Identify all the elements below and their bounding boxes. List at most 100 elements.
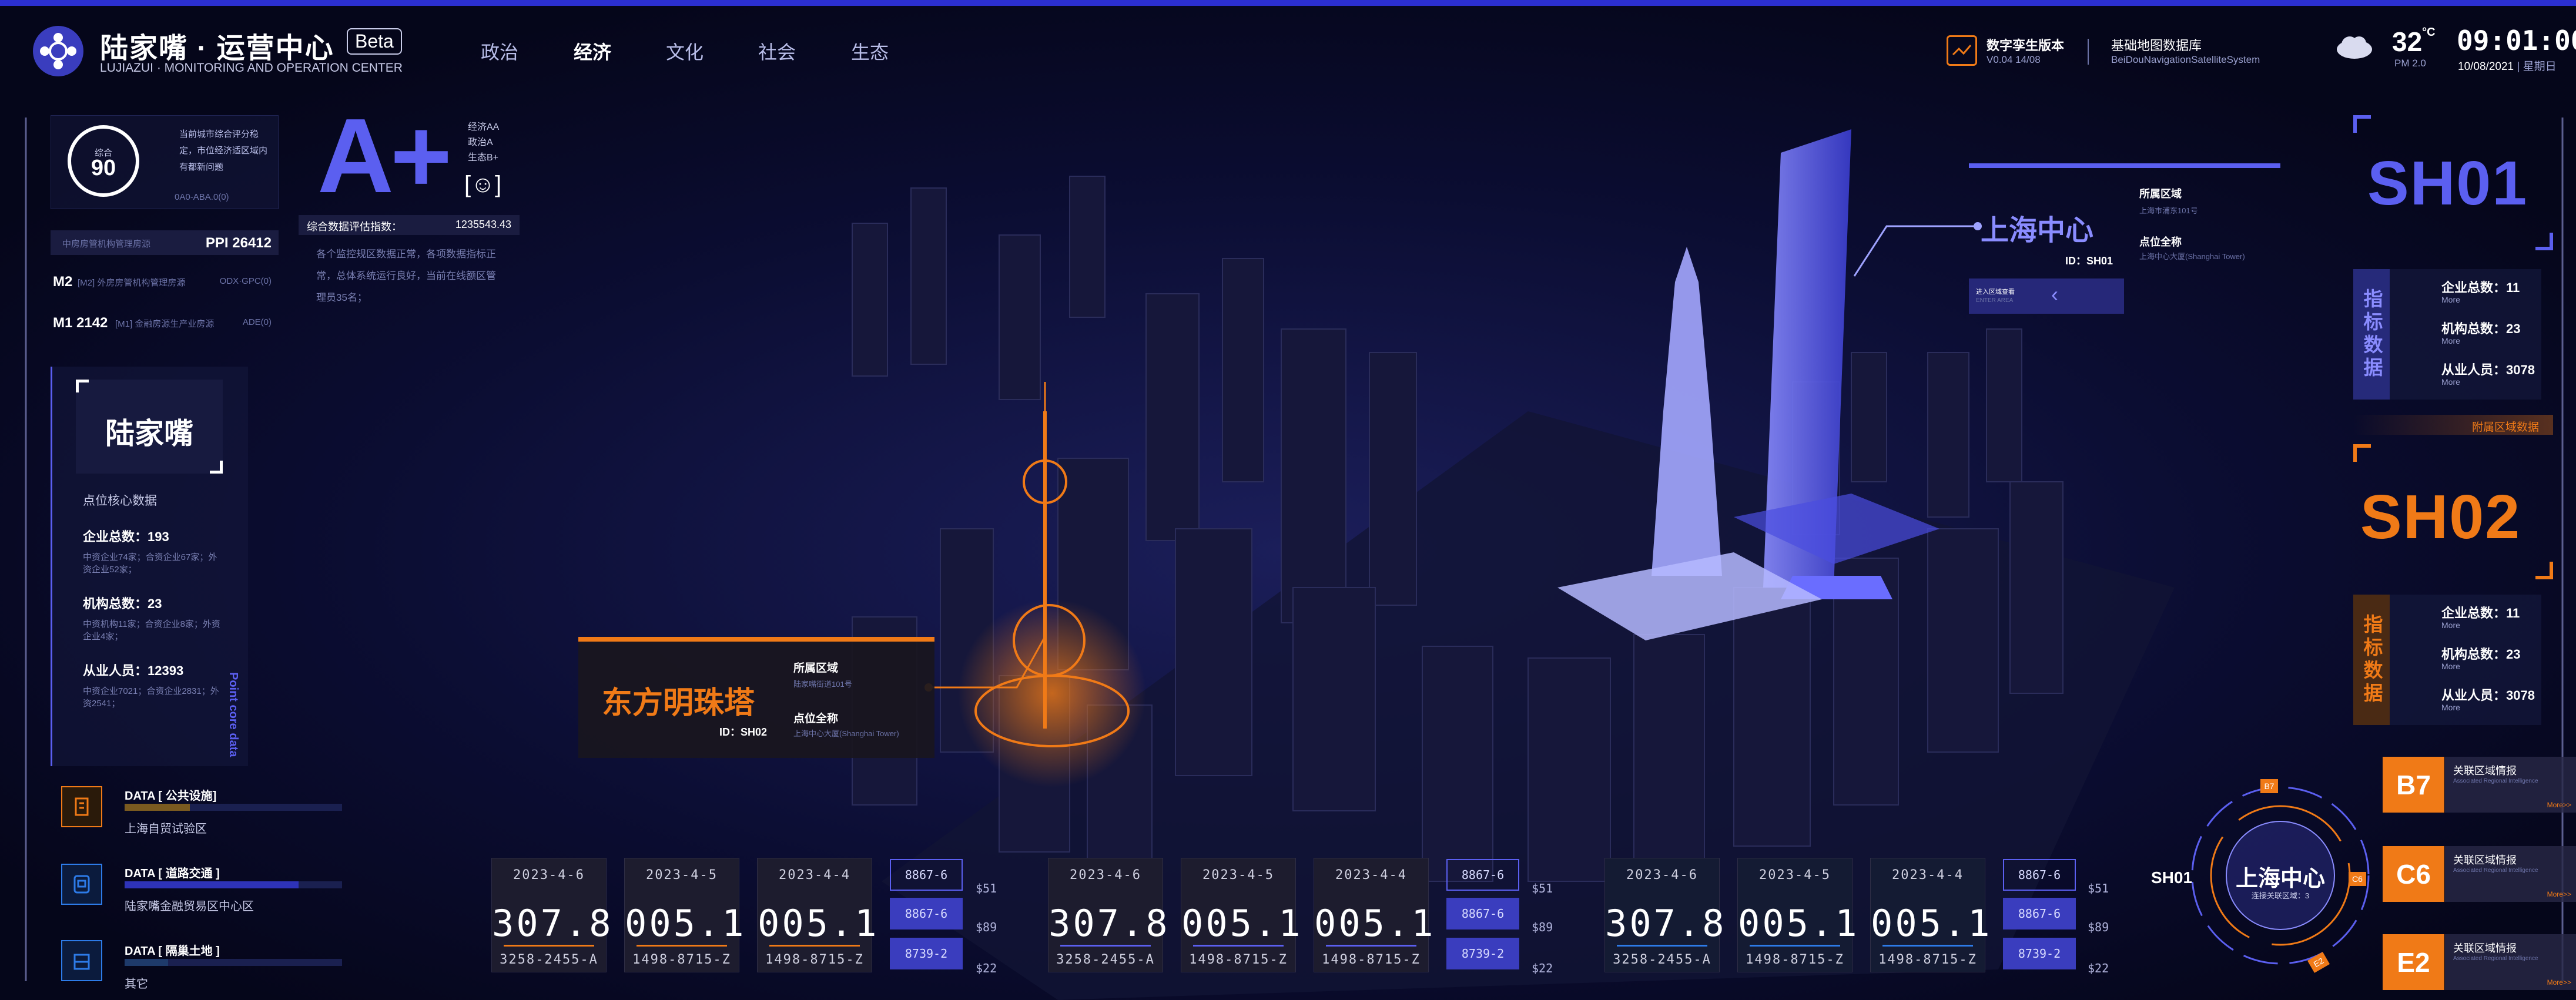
bottom-card[interactable]: 2023-4-6 307.8 3258-2455-A: [1048, 858, 1170, 972]
chip-number: $51: [976, 881, 997, 895]
grade-items: 经济AA 政治A 生态B+: [468, 120, 499, 166]
area-item-employees: 从业人员：12393 中资企业7021；合资企业2831；外资2541；: [83, 660, 224, 710]
bottom-chip[interactable]: 8867-6: [890, 859, 963, 891]
bottom-card[interactable]: 2023-4-5 005.1 1498-8715-Z: [624, 858, 746, 972]
bottom-chip[interactable]: 8867-6: [2003, 898, 2076, 929]
header-divider: [2088, 39, 2089, 65]
bottom-chip[interactable]: 8867-6: [890, 898, 963, 929]
digital-twin-icon[interactable]: [1947, 35, 1977, 66]
bottom-card[interactable]: 2023-4-4 005.1 1498-8715-Z: [1870, 858, 1990, 972]
bottom-chip[interactable]: 8739-2: [1446, 938, 1519, 969]
sh01-footer[interactable]: 附属区域数据: [2353, 415, 2553, 435]
card-underline: [1326, 945, 1416, 947]
sh01-code: SH01: [2367, 149, 2528, 218]
app-subtitle: LUJIAZUI · MONITORING AND OPERATION CENT…: [100, 61, 403, 75]
data-row-1-title: DATA [ 道路交通 ]: [125, 867, 220, 880]
sh02-more-1[interactable]: More: [2441, 662, 2460, 671]
bottom-chip[interactable]: 8867-6: [1446, 859, 1519, 891]
shanghai-center-label[interactable]: 上海中心 ID：SH01 所属区域 上海市浦东101号 点位全称 上海中心大厦(…: [1969, 176, 2280, 270]
data-row-0-icon-box[interactable]: [61, 786, 102, 827]
area-name-box[interactable]: 陆家嘴: [76, 380, 223, 474]
data-row-2-icon-box[interactable]: [61, 940, 102, 981]
sh01-item-2: 从业人员：3078: [2441, 363, 2535, 377]
score-ring: 综合 90: [68, 125, 139, 197]
radar-tag-b7[interactable]: B7: [2260, 779, 2278, 793]
sh02-item-1: 机构总数：23: [2441, 647, 2521, 662]
metric-text: 中房房管机构管理房源: [62, 239, 151, 249]
data-row-1-icon-box[interactable]: [61, 864, 102, 905]
badge-b7[interactable]: B7: [2383, 757, 2444, 813]
badge-more[interactable]: More>>: [2547, 801, 2571, 809]
sh01-header[interactable]: SH01: [2353, 115, 2553, 250]
score-description: 当前城市综合评分稳定，市位经济适区域内有都新问题: [179, 129, 268, 172]
chip-number: $89: [2088, 920, 2109, 934]
sh02-more-2[interactable]: More: [2441, 703, 2460, 712]
sh01-more-0[interactable]: More: [2441, 295, 2460, 304]
badge-c6[interactable]: C6: [2383, 846, 2444, 902]
sh01-stats: 指标数据 企业总数：11 More 机构总数：23 More 从业人员：3078…: [2353, 269, 2541, 400]
nav-politics[interactable]: 政治: [481, 38, 518, 65]
radar-center-name[interactable]: 上海中心: [2222, 860, 2339, 892]
card-date: 2023-4-5: [646, 868, 718, 882]
metric-row-ppi: 中房房管机构管理房源 PPI 26412: [51, 230, 279, 255]
nav-society[interactable]: 社会: [758, 38, 796, 65]
badge-title: 关联区域情报: [2453, 854, 2517, 866]
sh02-more-0[interactable]: More: [2441, 620, 2460, 630]
bottom-chip[interactable]: 8739-2: [890, 938, 963, 969]
card-value: 005.1: [625, 902, 746, 945]
nav-ecology[interactable]: 生态: [851, 38, 889, 65]
bottom-card[interactable]: 2023-4-5 005.1 1498-8715-Z: [1181, 858, 1301, 972]
clock-date: 10/08/2021 | 星期日: [2458, 58, 2557, 73]
nav-economy[interactable]: 经济: [574, 38, 611, 65]
land-icon: [73, 954, 90, 970]
badge-more[interactable]: More>>: [2547, 978, 2571, 986]
area-item-label: 企业总数：193: [83, 529, 169, 544]
data-row-0-title: DATA [ 公共设施]: [125, 790, 217, 803]
sc-area-value: 上海市浦东101号: [2139, 206, 2198, 215]
sh01-more-2[interactable]: More: [2441, 377, 2460, 387]
badge-c6-info[interactable]: 关联区域情报 Associated Regional Intelligence …: [2445, 846, 2576, 902]
chip-number: $89: [1532, 920, 1553, 934]
card-code: 3258-2455-A: [500, 952, 598, 967]
smile-icon: [☺]: [464, 172, 502, 197]
bottom-chip[interactable]: 8867-6: [1446, 898, 1519, 929]
badge-e2[interactable]: E2: [2383, 934, 2444, 990]
area-name: 陆家嘴: [105, 417, 193, 450]
card-underline: [1193, 945, 1284, 947]
pearl-tower-label[interactable]: 东方明珠塔 ID：SH02 所属区域 陆家嘴街道101号 点位全称 上海中心大厦…: [578, 637, 934, 758]
pearl-tower-name: 东方明珠塔: [602, 686, 755, 720]
sh01-more-1[interactable]: More: [2441, 336, 2460, 345]
card-underline: [504, 945, 594, 947]
bottom-card[interactable]: 2023-4-5 005.1 1498-8715-Z: [1737, 858, 1857, 972]
weather-icon: [2333, 31, 2374, 66]
grade-item-politics: 政治A: [468, 137, 493, 147]
bottom-card[interactable]: 2023-4-6 307.8 3258-2455-A: [1604, 858, 1727, 972]
card-value: 307.8: [1049, 902, 1170, 945]
badge-e2-info[interactable]: 关联区域情报 Associated Regional Intelligence …: [2445, 934, 2576, 990]
bottom-chip[interactable]: 8867-6: [2003, 859, 2076, 891]
badge-more[interactable]: More>>: [2547, 890, 2571, 898]
pm-value: PM 2.0: [2394, 58, 2426, 69]
corner-tl: [76, 380, 89, 392]
area-item-note: 中资企业74家；合资企业67家；外资企业52家；: [83, 552, 217, 575]
bottom-card[interactable]: 2023-4-4 005.1 1498-8715-Z: [757, 858, 877, 972]
sc-full-label: 点位全称: [2139, 236, 2182, 248]
road-icon: [73, 875, 90, 894]
radar-sub: 连接关联区域：3: [2251, 891, 2310, 900]
card-value: 307.8: [1605, 902, 1727, 945]
bottom-chip[interactable]: 8739-2: [2003, 938, 2076, 969]
card-underline: [769, 945, 860, 947]
badge-b7-info[interactable]: 关联区域情报 Associated Regional Intelligence …: [2445, 757, 2576, 813]
chip-number: $22: [1532, 961, 1553, 975]
sh02-header[interactable]: SH02: [2353, 444, 2553, 579]
temperature-unit: °C: [2422, 26, 2436, 39]
nav-culture[interactable]: 文化: [666, 38, 704, 65]
bottom-card[interactable]: 2023-4-6 307.8 3258-2455-A: [491, 858, 611, 972]
bottom-card[interactable]: 2023-4-4 005.1 1498-8715-Z: [1314, 858, 1433, 972]
twin-version: V0.04 14/08: [1987, 54, 2041, 65]
enter-area-button[interactable]: 进入区域查看 ENTER AREA ‹: [1969, 278, 2124, 314]
metric-row-m1: M1 2142 [M1] 金融房源生产业房源 ADE(0): [51, 310, 279, 335]
data-row-1-progress-fill: [125, 881, 299, 888]
radar-tag-c6[interactable]: C6: [2349, 872, 2366, 886]
metric-key: M2: [53, 274, 73, 290]
